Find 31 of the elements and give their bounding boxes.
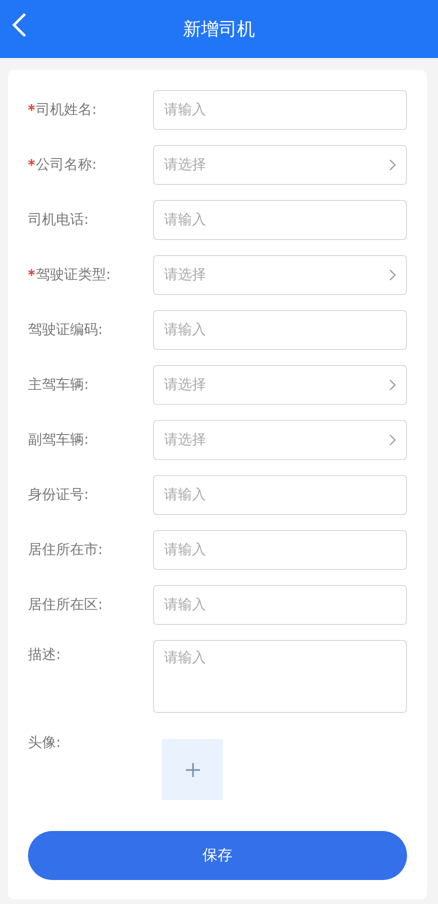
field-label: 主驾车辆: [28, 376, 89, 394]
select-field[interactable]: 请选择 [153, 420, 407, 460]
field-label: 驾驶证类型: [36, 266, 111, 284]
page-title: 新增司机 [183, 18, 255, 41]
field-label: 居住所在区: [28, 596, 103, 614]
field-label: 副驾车辆: [28, 431, 89, 449]
field-label: 头像: [28, 734, 61, 752]
field-label: 居住所在市: [28, 541, 103, 559]
chevron-right-icon [389, 159, 396, 171]
select-field[interactable]: 请选择 [153, 145, 407, 185]
input-field[interactable]: 请输入 [153, 475, 407, 515]
input-field[interactable]: 请输入 [153, 530, 407, 570]
save-button[interactable]: 保存 [28, 831, 407, 880]
chevron-right-icon [389, 379, 396, 391]
chevron-right-icon [389, 269, 396, 281]
field-label: 司机姓名: [36, 101, 97, 119]
text-area[interactable]: 请输入 [153, 640, 407, 713]
chevron-right-icon [389, 434, 396, 446]
select-field[interactable]: 请选择 [153, 365, 407, 405]
input-field[interactable]: 请输入 [153, 585, 407, 625]
field-label: 描述: [28, 646, 61, 664]
select-field[interactable]: 请选择 [153, 255, 407, 295]
input-field[interactable]: 请输入 [153, 200, 407, 240]
field-label: 驾驶证编码: [28, 321, 103, 339]
input-field[interactable]: 请输入 [153, 310, 407, 350]
field-label: 司机电话: [28, 211, 89, 229]
input-field[interactable]: 请输入 [153, 90, 407, 130]
field-label: 公司名称: [36, 156, 97, 174]
field-label: 身份证号: [28, 486, 89, 504]
plus-icon [186, 762, 200, 776]
back-icon[interactable] [10, 12, 28, 38]
